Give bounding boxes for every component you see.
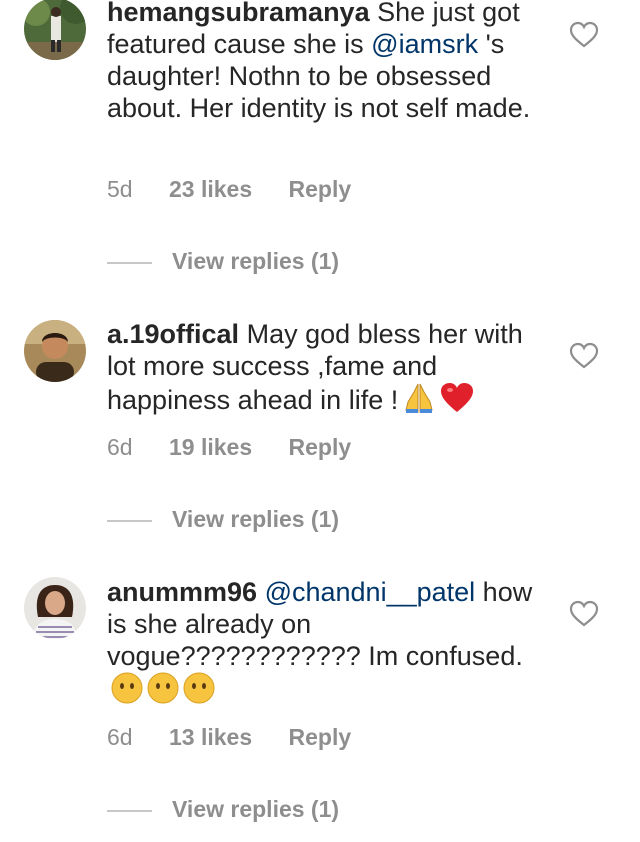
avatar[interactable] xyxy=(24,320,86,382)
reply-button[interactable]: Reply xyxy=(289,434,352,460)
red-heart-emoji xyxy=(440,382,474,421)
no-mouth-face-emoji xyxy=(147,672,179,711)
heart-outline-icon[interactable] xyxy=(569,342,599,370)
mention-link[interactable]: @chandni__patel xyxy=(265,577,476,607)
reply-button[interactable]: Reply xyxy=(289,724,352,750)
like-count[interactable]: 19 likes xyxy=(169,434,252,460)
comment-text: a.19offical May god bless her with lot m… xyxy=(107,318,547,421)
comment-time: 5d xyxy=(107,176,133,202)
no-mouth-face-emoji xyxy=(183,672,215,711)
like-count[interactable]: 13 likes xyxy=(169,724,252,750)
heart-outline-icon[interactable] xyxy=(569,600,599,628)
comment-time: 6d xyxy=(107,724,133,750)
view-replies-button[interactable]: View replies (1) xyxy=(107,796,339,823)
divider xyxy=(107,519,152,522)
comment-time: 6d xyxy=(107,434,133,460)
comment-text: anummm96 @chandni__patel how is she alre… xyxy=(107,576,547,711)
mention-link[interactable]: @iamsrk xyxy=(371,29,478,59)
comment-meta: 6d 19 likes Reply xyxy=(107,434,381,461)
avatar[interactable] xyxy=(24,577,86,639)
avatar[interactable] xyxy=(24,0,86,60)
view-replies-label: View replies (1) xyxy=(172,506,340,532)
reply-button[interactable]: Reply xyxy=(289,176,352,202)
view-replies-button[interactable]: View replies (1) xyxy=(107,506,339,533)
folded-hands-emoji xyxy=(402,382,436,421)
view-replies-button[interactable]: View replies (1) xyxy=(107,248,339,275)
comment-username[interactable]: hemangsubramanya xyxy=(107,0,370,27)
like-count[interactable]: 23 likes xyxy=(169,176,252,202)
view-replies-label: View replies (1) xyxy=(172,248,340,274)
comment-meta: 5d 23 likes Reply xyxy=(107,176,381,203)
heart-outline-icon[interactable] xyxy=(569,21,599,49)
comment-meta: 6d 13 likes Reply xyxy=(107,724,381,751)
divider xyxy=(107,809,152,812)
comment-username[interactable]: a.19offical xyxy=(107,319,239,349)
view-replies-label: View replies (1) xyxy=(172,796,340,822)
comment-text: hemangsubramanya She just got featured c… xyxy=(107,0,547,124)
divider xyxy=(107,261,152,264)
no-mouth-face-emoji xyxy=(111,672,143,711)
comment-username[interactable]: anummm96 xyxy=(107,577,257,607)
